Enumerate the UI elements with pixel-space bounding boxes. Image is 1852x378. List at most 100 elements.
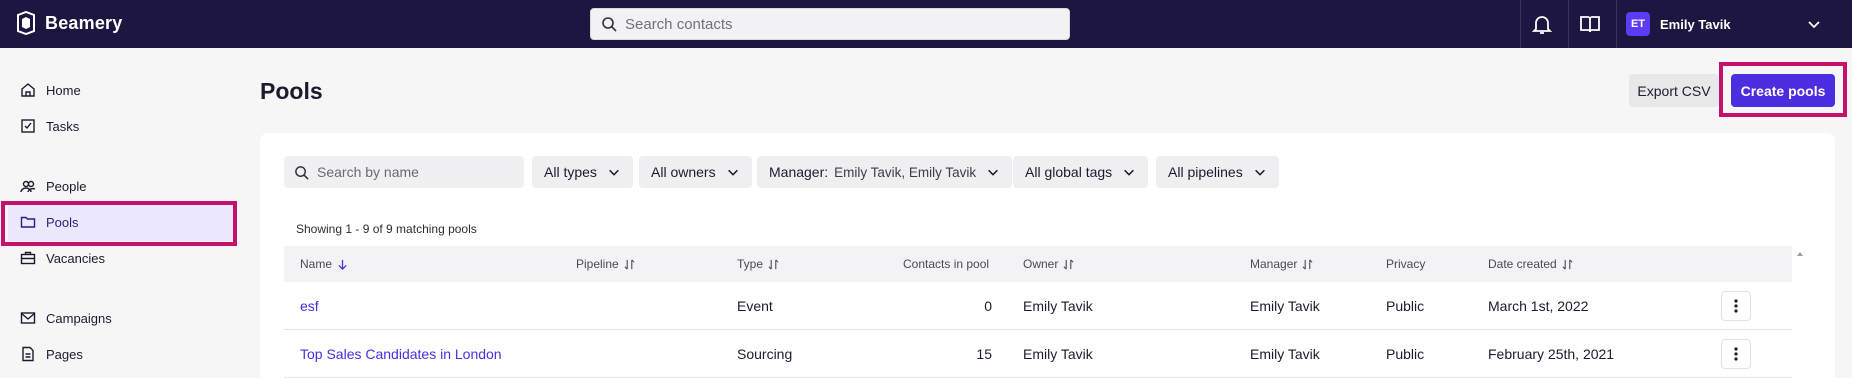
sidebar-item-pools[interactable]: Pools — [20, 210, 79, 234]
beamery-logo-icon — [17, 11, 35, 35]
filter-label: All pipelines — [1168, 164, 1243, 180]
app-name: Beamery — [45, 12, 123, 33]
divider — [1568, 0, 1569, 48]
top-bar: Beamery ET Emily Tavik — [0, 0, 1852, 48]
bell-icon[interactable] — [1530, 12, 1554, 36]
filter-label: Manager: — [769, 164, 829, 180]
column-label: Privacy — [1386, 257, 1426, 271]
divider — [1520, 0, 1521, 48]
sidebar-item-home[interactable]: Home — [20, 78, 81, 102]
pool-manager: Emily Tavik — [1250, 298, 1320, 314]
column-label: Contacts in pool — [903, 257, 990, 271]
contacts-search[interactable] — [590, 8, 1070, 40]
filter-manager[interactable]: Manager: Emily Tavik, Emily Tavik — [757, 156, 1013, 188]
book-icon[interactable] — [1578, 12, 1602, 36]
sidebar-item-label: Tasks — [46, 118, 80, 134]
tasks-icon — [21, 119, 35, 133]
sort-icon — [1562, 259, 1573, 269]
contacts-search-input[interactable] — [625, 15, 1045, 33]
sidebar-item-label: Campaigns — [46, 310, 112, 326]
export-csv-button[interactable]: Export CSV — [1629, 74, 1719, 107]
column-privacy: Privacy — [1386, 257, 1425, 271]
chevron-down-icon — [727, 169, 738, 176]
user-name: Emily Tavik — [1660, 16, 1731, 32]
user-menu[interactable]: ET Emily Tavik — [1626, 12, 1731, 36]
scroll-up-icon[interactable] — [1796, 250, 1804, 258]
sidebar-item-people[interactable]: People — [20, 174, 86, 198]
chevron-down-icon[interactable] — [1806, 16, 1822, 32]
pool-date-created: March 1st, 2022 — [1488, 298, 1589, 314]
avatar: ET — [1626, 12, 1650, 36]
column-label: Name — [300, 257, 333, 271]
filter-label: All types — [544, 164, 597, 180]
column-type[interactable]: Type — [737, 257, 779, 271]
column-date-created[interactable]: Date created — [1488, 257, 1573, 271]
results-count: Showing 1 - 9 of 9 matching pools — [296, 222, 477, 236]
sort-icon — [624, 259, 635, 269]
sort-icon — [1302, 259, 1313, 269]
pool-manager: Emily Tavik — [1250, 346, 1320, 362]
filter-label: All global tags — [1025, 164, 1113, 180]
sidebar-item-vacancies[interactable]: Vacancies — [20, 246, 105, 270]
column-manager[interactable]: Manager — [1250, 257, 1313, 271]
pool-type: Sourcing — [737, 346, 793, 362]
folder-icon — [20, 216, 36, 228]
pool-privacy: Public — [1386, 298, 1425, 314]
more-vertical-icon — [1734, 347, 1738, 361]
page-icon — [22, 346, 34, 362]
more-vertical-icon — [1734, 299, 1738, 313]
column-label: Manager — [1250, 257, 1298, 271]
chevron-down-icon — [1254, 169, 1265, 176]
sidebar-item-label: Vacancies — [46, 250, 106, 266]
home-icon — [21, 83, 35, 97]
create-pools-button[interactable]: Create pools — [1731, 74, 1835, 107]
name-search[interactable] — [284, 156, 524, 188]
column-label: Type — [737, 257, 764, 271]
search-icon — [602, 17, 617, 32]
briefcase-icon — [20, 251, 36, 265]
pool-contacts: 15 — [976, 346, 992, 362]
pool-name-link[interactable]: esf — [300, 298, 319, 314]
pool-owner: Emily Tavik — [1023, 346, 1093, 362]
name-search-input[interactable] — [317, 164, 517, 180]
filter-types[interactable]: All types — [532, 156, 633, 188]
filter-owners[interactable]: All owners — [639, 156, 752, 188]
sidebar-item-label: Pages — [46, 346, 83, 362]
sidebar-item-label: Home — [46, 82, 81, 98]
column-pipeline[interactable]: Pipeline — [576, 257, 635, 271]
pool-privacy: Public — [1386, 346, 1425, 362]
column-label: Pipeline — [576, 257, 619, 271]
pool-contacts: 0 — [984, 298, 992, 314]
sidebar-item-tasks[interactable]: Tasks — [20, 114, 79, 138]
pool-owner: Emily Tavik — [1023, 298, 1093, 314]
filter-global-tags[interactable]: All global tags — [1013, 156, 1149, 188]
search-icon — [295, 165, 309, 180]
chevron-down-icon — [988, 169, 999, 176]
column-label: Owner — [1023, 257, 1059, 271]
chevron-down-icon — [1124, 169, 1135, 176]
divider — [1616, 0, 1617, 48]
app-logo[interactable]: Beamery — [15, 11, 122, 35]
sidebar-item-pages[interactable]: Pages — [20, 342, 83, 366]
column-name[interactable]: Name — [300, 257, 348, 271]
page-title: Pools — [260, 78, 323, 104]
filter-value: Emily Tavik, Emily Tavik — [834, 164, 977, 180]
sidebar-item-label: People — [46, 178, 87, 194]
filter-label: All owners — [651, 164, 716, 180]
chevron-down-icon — [608, 169, 619, 176]
filter-pipelines[interactable]: All pipelines — [1156, 156, 1279, 188]
pool-type: Event — [737, 298, 773, 314]
mail-icon — [20, 312, 36, 324]
row-actions-button[interactable] — [1721, 339, 1751, 369]
column-label: Date created — [1488, 257, 1557, 271]
arrow-down-icon — [338, 259, 347, 270]
column-contacts: Contacts in pool — [903, 257, 989, 271]
row-actions-button[interactable] — [1721, 291, 1751, 321]
sort-icon — [768, 259, 779, 269]
pool-date-created: February 25th, 2021 — [1488, 346, 1615, 362]
pool-name-link[interactable]: Top Sales Candidates in London — [300, 346, 502, 362]
sort-icon — [1063, 259, 1074, 269]
people-icon — [20, 180, 36, 193]
sidebar-item-campaigns[interactable]: Campaigns — [20, 306, 112, 330]
column-owner[interactable]: Owner — [1023, 257, 1074, 271]
